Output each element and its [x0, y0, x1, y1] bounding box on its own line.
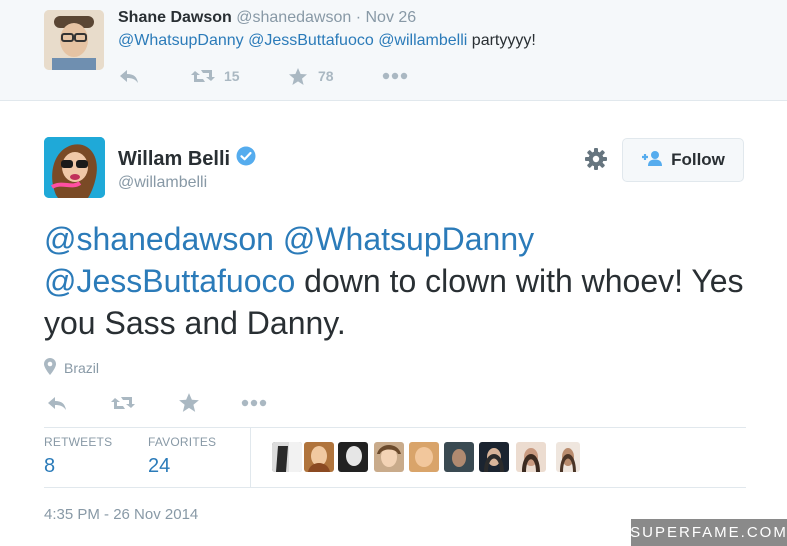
- mention-link[interactable]: @shanedawson: [44, 221, 274, 257]
- favorite-icon: [288, 67, 308, 86]
- author-name[interactable]: Shane Dawson: [118, 9, 232, 26]
- gear-icon[interactable]: [584, 147, 608, 176]
- mention-link[interactable]: @JessButtafuoco: [248, 32, 374, 49]
- favorites-stat[interactable]: FAVORITES 24: [148, 435, 216, 478]
- separator-dot: ·: [355, 9, 362, 26]
- favoriter-avatar[interactable]: [516, 442, 546, 472]
- favorite-icon: [178, 392, 200, 413]
- tweet-timestamp[interactable]: 4:35 PM - 26 Nov 2014: [44, 506, 198, 523]
- follow-user-icon: [641, 150, 671, 171]
- parent-tweet-header: Shane Dawson @shanedawson · Nov 26: [118, 9, 416, 27]
- reply-icon: [46, 394, 68, 412]
- tweet-body-text: partyyyy!: [471, 32, 536, 49]
- tweet-stats: RETWEETS 8 FAVORITES 24: [44, 427, 746, 488]
- reply-icon: [118, 67, 140, 85]
- tweet-text: @shanedawson @WhatsupDanny @JessButtafuo…: [44, 218, 764, 344]
- favoriter-avatar[interactable]: [374, 442, 404, 472]
- verified-icon: [236, 146, 256, 172]
- favorites-label: FAVORITES: [148, 435, 217, 449]
- mention-link[interactable]: @JessButtafuoco: [44, 263, 295, 299]
- retweet-button[interactable]: 15: [190, 64, 240, 88]
- follow-label: Follow: [671, 150, 725, 169]
- reply-button[interactable]: [46, 391, 68, 415]
- location-text: Brazil: [64, 360, 100, 376]
- author-name-row: Willam Belli: [118, 146, 256, 172]
- location-pin-icon: [44, 358, 64, 378]
- mention-link[interactable]: @WhatsupDanny: [118, 32, 244, 49]
- mention-link[interactable]: @WhatsupDanny: [283, 221, 534, 257]
- favorite-button[interactable]: [178, 390, 200, 414]
- retweet-icon: [190, 67, 216, 85]
- retweets-label: RETWEETS: [44, 435, 113, 449]
- favoriter-avatar[interactable]: [409, 442, 439, 472]
- more-icon: [241, 399, 267, 407]
- favorite-count[interactable]: 78: [318, 68, 334, 84]
- favoriter-avatar[interactable]: [479, 442, 509, 472]
- more-button[interactable]: [241, 391, 267, 415]
- favoriter-avatar[interactable]: [444, 442, 474, 472]
- favoriter-avatar[interactable]: [304, 442, 334, 472]
- reply-button[interactable]: [118, 64, 140, 88]
- superfame-watermark: SUPERFAME.COM: [630, 519, 787, 546]
- retweet-icon: [110, 394, 136, 412]
- favorite-button[interactable]: 78: [288, 64, 334, 88]
- favoriter-avatar[interactable]: [556, 442, 580, 472]
- author-name[interactable]: Willam Belli: [118, 148, 230, 171]
- retweet-button[interactable]: [110, 391, 136, 415]
- favoriter-avatar[interactable]: [338, 442, 368, 472]
- shane-dawson-avatar[interactable]: [44, 10, 104, 70]
- tweet-time[interactable]: Nov 26: [365, 9, 416, 26]
- retweets-stat[interactable]: RETWEETS 8: [44, 435, 112, 478]
- retweets-value: 8: [44, 455, 56, 477]
- parent-tweet: Shane Dawson @shanedawson · Nov 26 @What…: [0, 0, 787, 101]
- favoriter-avatar[interactable]: [272, 442, 302, 472]
- parent-tweet-text: @WhatsupDanny @JessButtafuoco @willambel…: [118, 32, 536, 50]
- retweet-count[interactable]: 15: [224, 68, 240, 84]
- favorites-value: 24: [148, 455, 171, 477]
- author-handle[interactable]: @willambelli: [118, 174, 207, 192]
- tweet-location[interactable]: Brazil: [44, 358, 99, 378]
- stats-divider: [250, 428, 251, 487]
- willam-belli-avatar[interactable]: [44, 137, 105, 198]
- more-button[interactable]: [382, 64, 408, 88]
- mention-link[interactable]: @willambelli: [378, 32, 467, 49]
- more-icon: [382, 72, 408, 80]
- author-handle[interactable]: @shanedawson: [236, 9, 351, 26]
- follow-button[interactable]: Follow: [622, 138, 744, 182]
